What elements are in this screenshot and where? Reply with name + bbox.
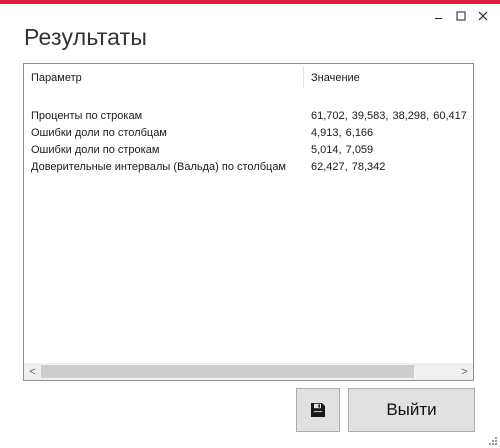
column-header-parameter[interactable]: Параметр	[31, 72, 82, 84]
page-title: Результаты	[24, 24, 148, 50]
column-divider[interactable]	[303, 66, 304, 88]
table-cell-value: 62,427, 78,342	[311, 161, 386, 173]
table-row[interactable]: Ошибки доли по столбцам 4,913, 6,166	[24, 125, 473, 142]
resize-grip-icon[interactable]	[488, 436, 498, 446]
table-row[interactable]: Ошибки доли по строкам 5,014, 7,059	[24, 142, 473, 159]
scroll-right-icon[interactable]: >	[456, 363, 473, 380]
table-header: Параметр Значение	[24, 64, 473, 90]
results-window: Результаты Параметр Значение Проценты по…	[0, 0, 500, 448]
maximize-icon[interactable]	[450, 8, 472, 24]
floppy-disk-icon	[311, 403, 325, 417]
table-row[interactable]: Проценты по строкам 61,702, 39,583, 38,2…	[24, 108, 473, 125]
close-icon[interactable]	[472, 8, 494, 24]
table-cell-value: 61,702, 39,583, 38,298, 60,417	[311, 110, 467, 122]
scroll-left-icon[interactable]: <	[24, 363, 41, 380]
table-cell-value: 4,913, 6,166	[311, 127, 374, 139]
exit-button[interactable]: Выйти	[348, 388, 475, 432]
table-row[interactable]: Доверительные интервалы (Вальда) по стол…	[24, 159, 473, 176]
window-controls	[428, 8, 494, 24]
column-header-value[interactable]: Значение	[311, 72, 360, 84]
results-table[interactable]: Параметр Значение Проценты по строкам 61…	[23, 63, 474, 381]
table-cell-parameter: Проценты по строкам	[31, 110, 143, 122]
scrollbar-thumb[interactable]	[41, 365, 414, 378]
table-cell-parameter: Ошибки доли по строкам	[31, 144, 160, 156]
table-cell-parameter: Доверительные интервалы (Вальда) по стол…	[31, 161, 286, 173]
accent-bar	[0, 0, 500, 4]
table-cell-parameter: Ошибки доли по столбцам	[31, 127, 167, 139]
table-body: Проценты по строкам 61,702, 39,583, 38,2…	[24, 108, 473, 176]
minimize-icon[interactable]	[428, 8, 450, 24]
table-cell-value: 5,014, 7,059	[311, 144, 374, 156]
horizontal-scrollbar[interactable]: < >	[24, 363, 473, 380]
save-button[interactable]	[296, 388, 340, 432]
